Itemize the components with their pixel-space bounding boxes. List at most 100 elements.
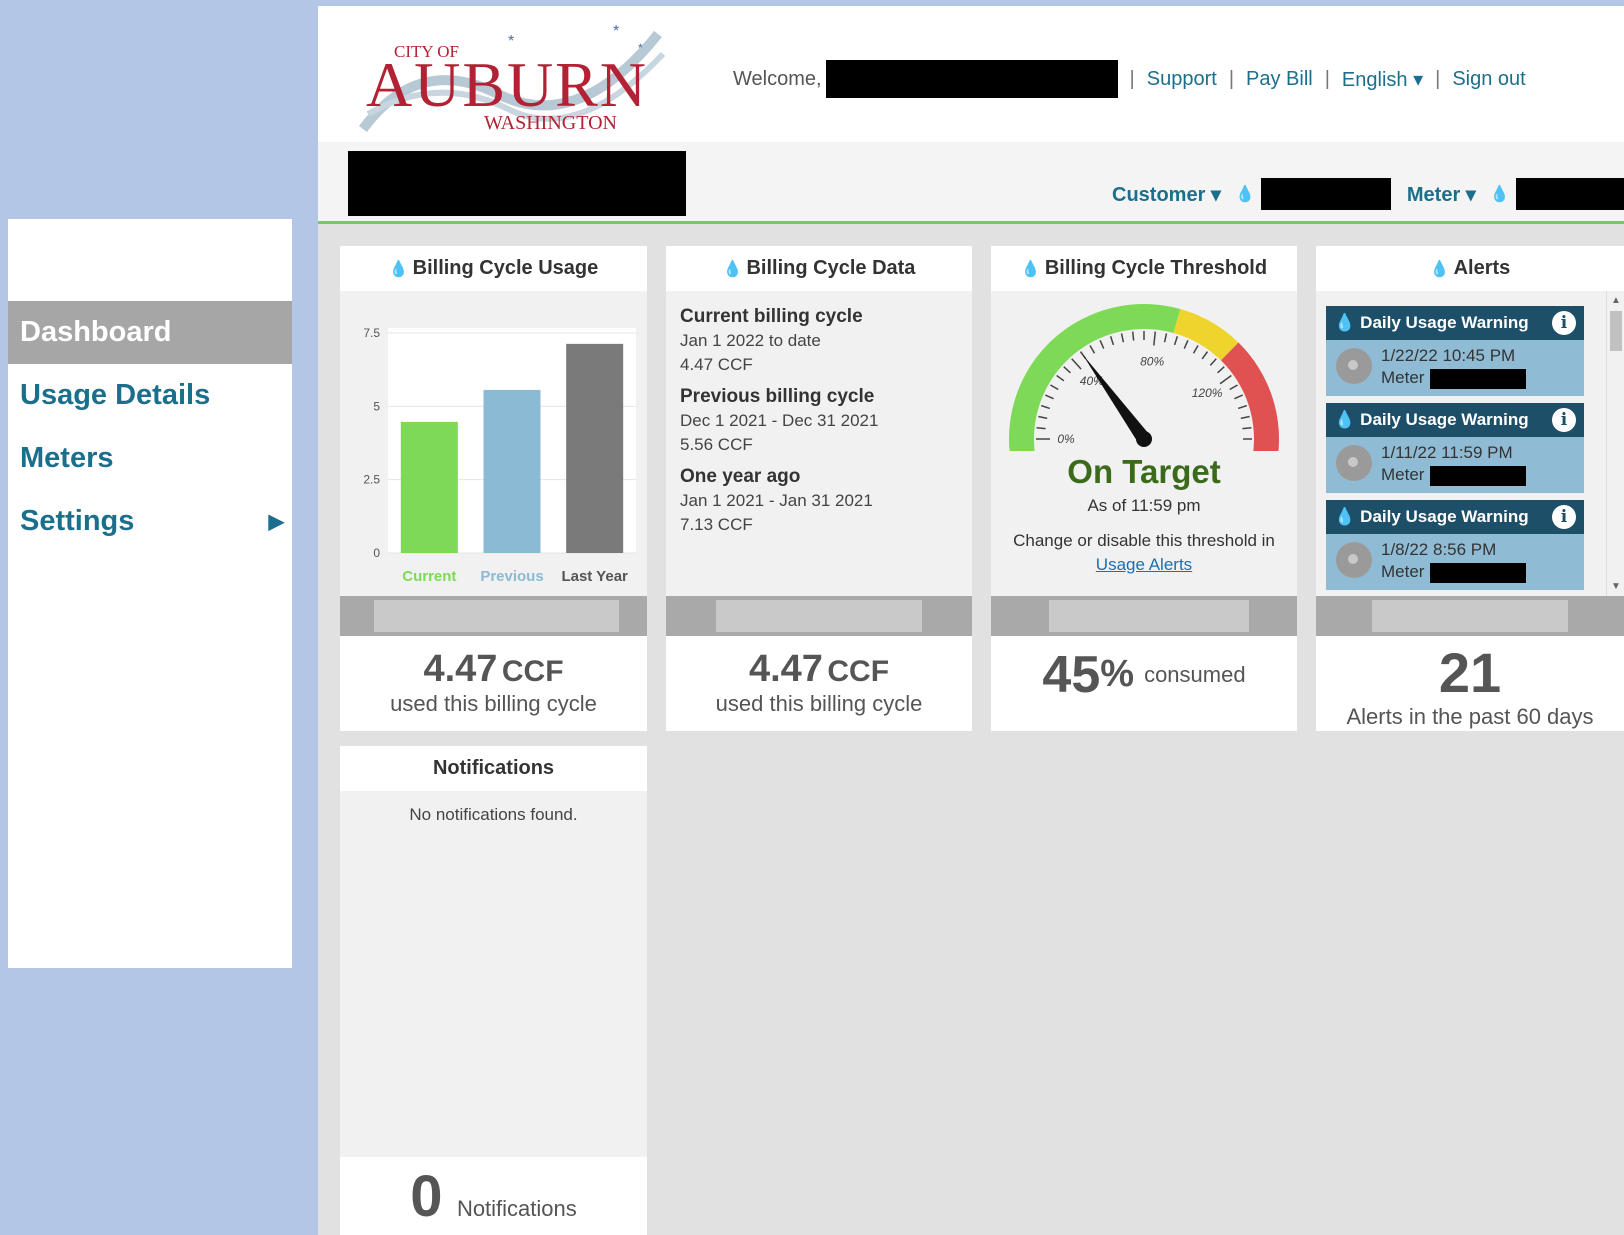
- data-unit: CCF: [827, 655, 890, 688]
- logo-name: AUBURN: [366, 49, 646, 120]
- sidebar: Dashboard Usage Details Meters Settings ▶: [8, 219, 292, 968]
- bell-icon: [1336, 445, 1372, 481]
- billing-cycle-data-card: 💧 Billing Cycle Data Current billing cycl…: [666, 246, 972, 731]
- alert-title: Daily Usage Warning: [1360, 410, 1529, 429]
- redacted-meter-id: [1430, 368, 1527, 389]
- chevron-right-icon: ▶: [268, 511, 284, 533]
- card-title: Billing Cycle Threshold: [1044, 257, 1268, 279]
- sidebar-item-dashboard[interactable]: Dashboard: [8, 301, 292, 364]
- card-title: Billing Cycle Usage: [412, 257, 599, 279]
- gauge-label-120: 120%: [1192, 386, 1223, 400]
- x-tick-label: Previous: [480, 568, 543, 585]
- scroll-down-icon[interactable]: ▼: [1611, 581, 1621, 592]
- notifications-count-label: Notifications: [456, 1196, 577, 1221]
- water-drop-icon: 💧: [1234, 186, 1255, 203]
- bar-previous: [483, 389, 541, 553]
- water-drop-icon: 💧: [1429, 260, 1450, 278]
- water-drop-icon: 💧: [1489, 186, 1510, 203]
- alert-date: 1/11/22 11:59 PM: [1381, 443, 1513, 462]
- water-drop-icon: 💧: [388, 260, 409, 278]
- notifications-count: 0: [410, 1164, 443, 1229]
- threshold-status: On Target: [1067, 453, 1221, 490]
- scrollbar-thumb[interactable]: [1610, 311, 1622, 351]
- alert-item[interactable]: 💧 Daily Usage Warning i 1/8/22 8:56 PM Mete…: [1326, 500, 1584, 590]
- alert-date: 1/22/22 10:45 PM: [1381, 346, 1516, 365]
- notifications-empty-text: No notifications found.: [409, 805, 578, 824]
- subheader: Customer ▾ 💧 Meter ▾ 💧: [318, 142, 1624, 224]
- svg-text:*: *: [508, 33, 514, 50]
- redacted-meter-id: [1430, 465, 1527, 486]
- y-tick-label: 2.5: [363, 473, 380, 487]
- consumed-unit: %: [1100, 653, 1135, 695]
- alerts-scrollbar[interactable]: ▲ ▼: [1606, 291, 1624, 596]
- alert-meter-label: Meter: [1381, 465, 1425, 484]
- usage-bar-chart: 0 2.5 5 7.5 Current Previous Last Year: [363, 326, 636, 585]
- info-icon[interactable]: i: [1552, 311, 1576, 335]
- threshold-as-of: As of 11:59 pm: [1087, 496, 1201, 515]
- alerts-count: 21: [1438, 641, 1502, 704]
- account-selectors: Customer ▾ 💧 Meter ▾ 💧: [1112, 178, 1624, 210]
- card-title: Billing Cycle Data: [746, 257, 916, 279]
- usage-alerts-link[interactable]: Usage Alerts: [1096, 555, 1192, 574]
- support-link[interactable]: Support: [1147, 68, 1217, 91]
- redacted-account-name: [348, 151, 686, 216]
- consumed-value: 45: [1042, 645, 1101, 704]
- welcome-text: Welcome,: [733, 67, 822, 90]
- bell-icon: [1336, 348, 1372, 384]
- customer-dropdown[interactable]: Customer ▾: [1112, 182, 1221, 207]
- gauge-label-80: 80%: [1140, 354, 1164, 368]
- alerts-card: 💧 Alerts 💧 Daily Usage Warning i 1/22/22 10…: [1316, 246, 1624, 731]
- consumed-label: consumed: [1144, 661, 1246, 687]
- year-ago-range: Jan 1 2021 - Jan 31 2021: [680, 491, 873, 510]
- alerts-list-container[interactable]: 💧 Daily Usage Warning i 1/22/22 10:45 PM Me…: [1316, 291, 1624, 596]
- alert-date: 1/8/22 8:56 PM: [1381, 540, 1497, 559]
- alert-item[interactable]: 💧 Daily Usage Warning i 1/11/22 11:59 PM Me…: [1326, 403, 1584, 493]
- y-tick-label: 7.5: [363, 326, 380, 340]
- redacted-customer-id: [1260, 178, 1391, 210]
- alert-title: Daily Usage Warning: [1360, 507, 1529, 526]
- language-dropdown[interactable]: English ▾: [1342, 67, 1423, 92]
- y-tick-label: 5: [373, 399, 380, 413]
- sign-out-link[interactable]: Sign out: [1452, 68, 1525, 91]
- pay-bill-link[interactable]: Pay Bill: [1246, 68, 1313, 91]
- sidebar-item-usage-details[interactable]: Usage Details: [8, 364, 292, 427]
- bar-last-year: [566, 343, 624, 553]
- billing-cycle-threshold-card: 💧 Billing Cycle Threshold 0% 40% 80% 120%…: [991, 246, 1297, 731]
- bar-current: [400, 421, 458, 553]
- current-cycle-heading: Current billing cycle: [680, 306, 863, 327]
- x-tick-label: Last Year: [561, 568, 628, 585]
- svg-text:*: *: [613, 23, 619, 40]
- meter-dropdown[interactable]: Meter ▾: [1407, 182, 1476, 207]
- year-ago-value: 7.13 CCF: [680, 515, 753, 534]
- redacted-meter-id: [1430, 562, 1527, 583]
- logo-state: WASHINGTON: [484, 112, 617, 134]
- redacted-meter-id: [1515, 178, 1624, 210]
- sidebar-item-meters[interactable]: Meters: [8, 427, 292, 490]
- sidebar-item-settings[interactable]: Settings ▶: [8, 490, 292, 553]
- usage-label: used this billing cycle: [390, 691, 597, 716]
- redacted-username: [825, 60, 1118, 98]
- info-icon[interactable]: i: [1552, 408, 1576, 432]
- alert-meter-label: Meter: [1381, 368, 1425, 387]
- previous-cycle-value: 5.56 CCF: [680, 435, 753, 454]
- water-drop-icon: 💧: [1334, 410, 1356, 429]
- info-icon[interactable]: i: [1552, 505, 1576, 529]
- water-drop-icon: 💧: [722, 260, 743, 278]
- threshold-gauge: 0% 40% 80% 120%: [1009, 304, 1279, 451]
- x-tick-label: Current: [402, 568, 456, 585]
- billing-cycle-usage-card: 💧 Billing Cycle Usage 0 2.5 5 7.5 Current Prev…: [340, 246, 647, 731]
- threshold-change-text: Change or disable this threshold in: [1013, 531, 1275, 550]
- scroll-up-icon[interactable]: ▲: [1611, 295, 1621, 306]
- alert-item[interactable]: 💧 Daily Usage Warning i 1/22/22 10:45 PM Me…: [1326, 306, 1584, 396]
- previous-cycle-heading: Previous billing cycle: [680, 386, 875, 407]
- data-label: used this billing cycle: [715, 691, 923, 716]
- previous-cycle-range: Dec 1 2021 - Dec 31 2021: [680, 411, 879, 430]
- alert-meter-label: Meter: [1381, 562, 1425, 581]
- bell-icon: [1336, 542, 1372, 578]
- city-logo[interactable]: CITY OF AUBURN WASHINGTON * * *: [358, 14, 668, 139]
- notifications-card: Notifications No notifications found. 0 …: [340, 746, 647, 1235]
- header: CITY OF AUBURN WASHINGTON * * * Welcome,…: [318, 6, 1624, 142]
- gauge-red-segment: [1220, 342, 1279, 451]
- usage-unit: CCF: [501, 655, 564, 688]
- gauge-hub: [1136, 431, 1152, 447]
